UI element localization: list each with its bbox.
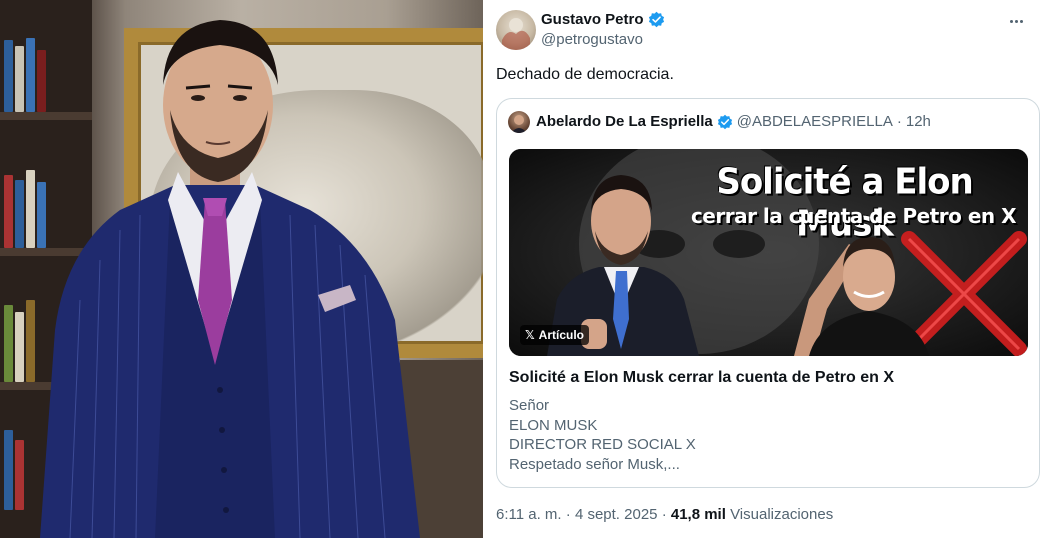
article-headline: Solicité a Elon Musk [716, 161, 973, 245]
quoted-author-handle[interactable]: @ABDELAESPRIELLA [737, 113, 893, 130]
verified-badge-icon [648, 11, 664, 28]
quoted-author-avatar[interactable] [508, 111, 530, 133]
man-in-suit-figure [40, 20, 420, 538]
article-subheadline: cerrar la cuenta de Petro en X [690, 204, 1017, 228]
excerpt-line: Señor [509, 397, 550, 414]
tweet-time[interactable]: 6:11 a. m. [496, 506, 562, 523]
separator-dot: · [661, 506, 667, 523]
article-title[interactable]: Solicité a Elon Musk cerrar la cuenta de… [509, 369, 894, 387]
excerpt-line: DIRECTOR RED SOCIAL X [509, 436, 696, 453]
article-badge: 𝕏 Artículo [520, 325, 590, 345]
article-badge-label: Artículo [538, 328, 585, 342]
quoted-tweet-header: Abelardo De La Espriella @ABDELAESPRIELL… [536, 113, 931, 130]
x-logo-icon: 𝕏 [525, 328, 535, 342]
article-card-image[interactable]: Solicité a Elon Musk cerrar la cuenta de… [509, 149, 1028, 356]
tweet-metadata: 6:11 a. m. · 4 sept. 2025 · 41,8 mil Vis… [496, 506, 833, 523]
excerpt-line: Respetado señor Musk,... [509, 455, 680, 473]
author-handle[interactable]: @petrogustavo [541, 31, 643, 48]
article-excerpt: Señor ELON MUSK DIRECTOR RED SOCIAL X Re… [509, 396, 696, 474]
separator-dot: · [896, 113, 902, 130]
excerpt-line: ELON MUSK [509, 416, 598, 434]
separator-dot: · [565, 506, 571, 523]
verified-badge-icon [717, 114, 732, 129]
views-label: Visualizaciones [730, 506, 834, 523]
quoted-author-name[interactable]: Abelardo De La Espriella [536, 113, 713, 130]
tweet-card: Gustavo Petro @petrogustavo Dechado de d… [483, 0, 1043, 538]
tweet-date[interactable]: 4 sept. 2025 [575, 506, 658, 523]
quoted-tweet[interactable]: Abelardo De La Espriella @ABDELAESPRIELL… [496, 98, 1040, 488]
author-avatar[interactable] [496, 10, 536, 50]
more-options-icon[interactable] [1005, 10, 1027, 32]
tweet-text: Dechado de democracia. [496, 66, 674, 83]
views-count: 41,8 mil [670, 506, 726, 523]
quoted-tweet-time[interactable]: 12h [906, 113, 931, 130]
portrait-photo [0, 0, 483, 538]
author-name[interactable]: Gustavo Petro [541, 11, 665, 28]
